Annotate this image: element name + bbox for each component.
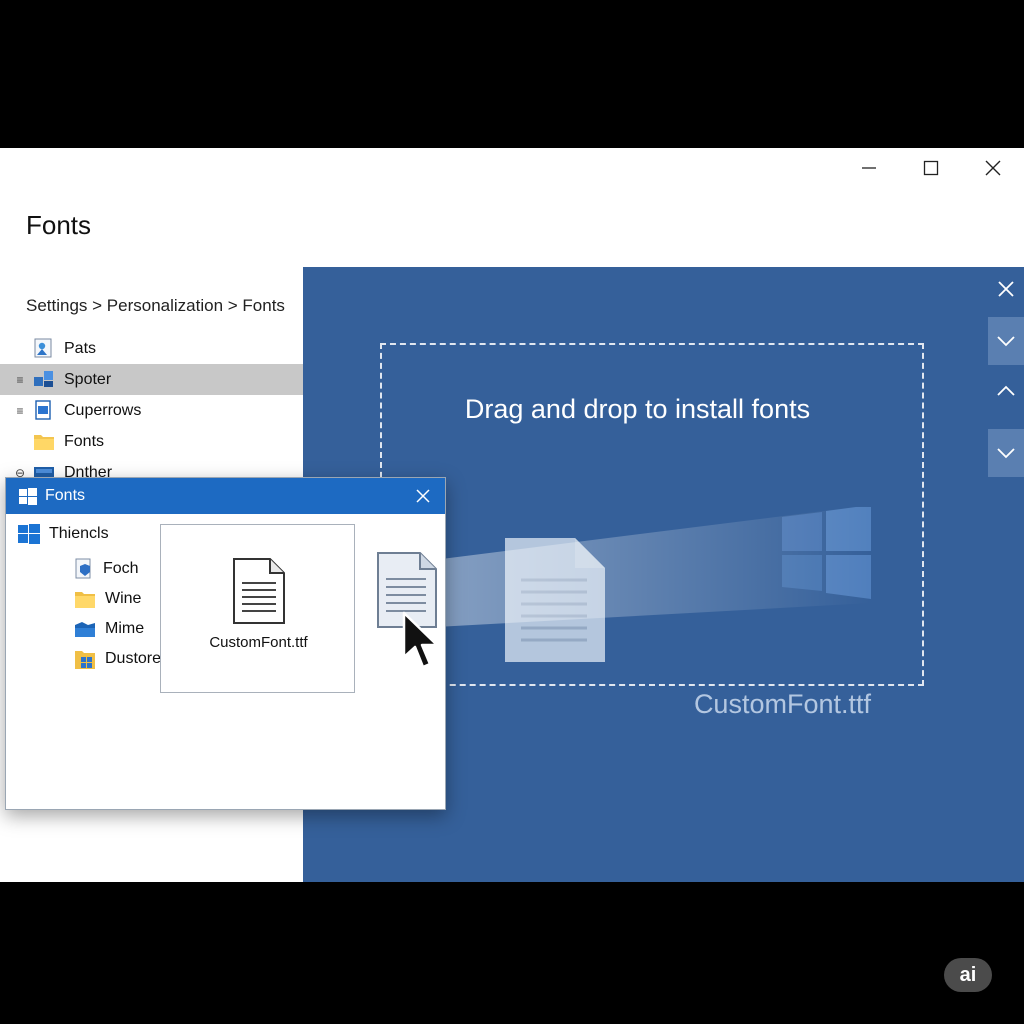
close-icon — [416, 489, 430, 503]
tree-item-foch[interactable]: Foch — [74, 557, 139, 581]
windows-logo-icon — [19, 488, 37, 505]
explorer-titlebar[interactable]: Fonts — [6, 478, 445, 514]
nav-handle: ≡ — [16, 372, 24, 387]
file-name: CustomFont.ttf — [209, 634, 308, 651]
tree-root[interactable]: Thiencls — [18, 523, 109, 545]
explorer-title: Fonts — [45, 487, 86, 504]
sidebar-item-pats[interactable]: Pats — [0, 333, 303, 364]
scroll-down-button[interactable] — [988, 317, 1024, 365]
panel-close-button[interactable] — [994, 277, 1018, 301]
window-controls — [838, 148, 1024, 188]
chevron-down-icon — [997, 448, 1015, 459]
folder-icon — [34, 435, 54, 450]
close-button[interactable] — [962, 148, 1024, 188]
mouse-cursor-icon — [402, 611, 439, 669]
tree-item-dustore[interactable]: Dustore — [74, 647, 161, 671]
tree-item-label: Mime — [105, 620, 145, 637]
document-icon — [35, 400, 51, 420]
maximize-icon — [923, 160, 939, 176]
blue-folder-icon — [75, 622, 95, 637]
breadcrumb[interactable]: Settings > Personalization > Fonts — [26, 296, 285, 316]
sidebar-item-label: Spoter — [64, 370, 112, 388]
tree-item-wine[interactable]: Wine — [74, 587, 141, 611]
selected-font-file[interactable]: CustomFont.ttf — [160, 524, 355, 693]
minimize-icon — [862, 167, 876, 169]
tree-root-label: Thiencls — [49, 525, 109, 542]
network-icon — [34, 371, 53, 387]
nav-handle: ≡ — [16, 403, 24, 418]
scroll-up-button[interactable] — [988, 367, 1024, 415]
explorer-window[interactable]: Fonts Thiencls Foch Wine Mime Dustore Cu… — [5, 477, 446, 810]
sidebar-item-label: Fonts — [64, 432, 105, 450]
drop-heading: Drag and drop to install fonts — [464, 394, 811, 424]
picture-icon — [34, 338, 52, 358]
chevron-down-icon — [997, 336, 1015, 347]
tree-item-mime[interactable]: Mime — [74, 617, 144, 641]
windows-folder-icon — [75, 651, 95, 669]
sidebar-item-spoter[interactable]: ≡ Spoter — [0, 364, 303, 395]
sidebar-item-cuperrows[interactable]: ≡ Cuperrows — [0, 395, 303, 426]
document-icon — [233, 558, 285, 624]
expand-button[interactable] — [988, 429, 1024, 477]
close-icon — [998, 281, 1014, 297]
sidebar-item-label: Pats — [64, 339, 97, 357]
tree-item-label: Dustore — [105, 650, 162, 667]
explorer-close-button[interactable] — [411, 484, 435, 508]
ai-badge: ai — [944, 958, 992, 992]
close-icon — [985, 160, 1001, 176]
document-shield-icon — [75, 558, 91, 579]
ghost-document-icon — [505, 538, 605, 662]
folder-icon — [75, 592, 95, 608]
minimize-button[interactable] — [838, 148, 900, 188]
windows-logo-icon — [782, 507, 871, 599]
sidebar-nav: Pats ≡ Spoter ≡ Cuperrows Fonts ⊖ Dnther — [0, 333, 303, 488]
page-title: Fonts — [26, 210, 92, 240]
windows-logo-icon — [18, 524, 40, 544]
tree-item-label: Wine — [105, 590, 142, 607]
chevron-up-icon — [997, 385, 1015, 396]
maximize-button[interactable] — [900, 148, 962, 188]
sidebar-item-fonts[interactable]: Fonts — [0, 426, 303, 457]
tree-item-label: Foch — [103, 560, 139, 577]
sidebar-item-label: Cuperrows — [64, 401, 142, 419]
